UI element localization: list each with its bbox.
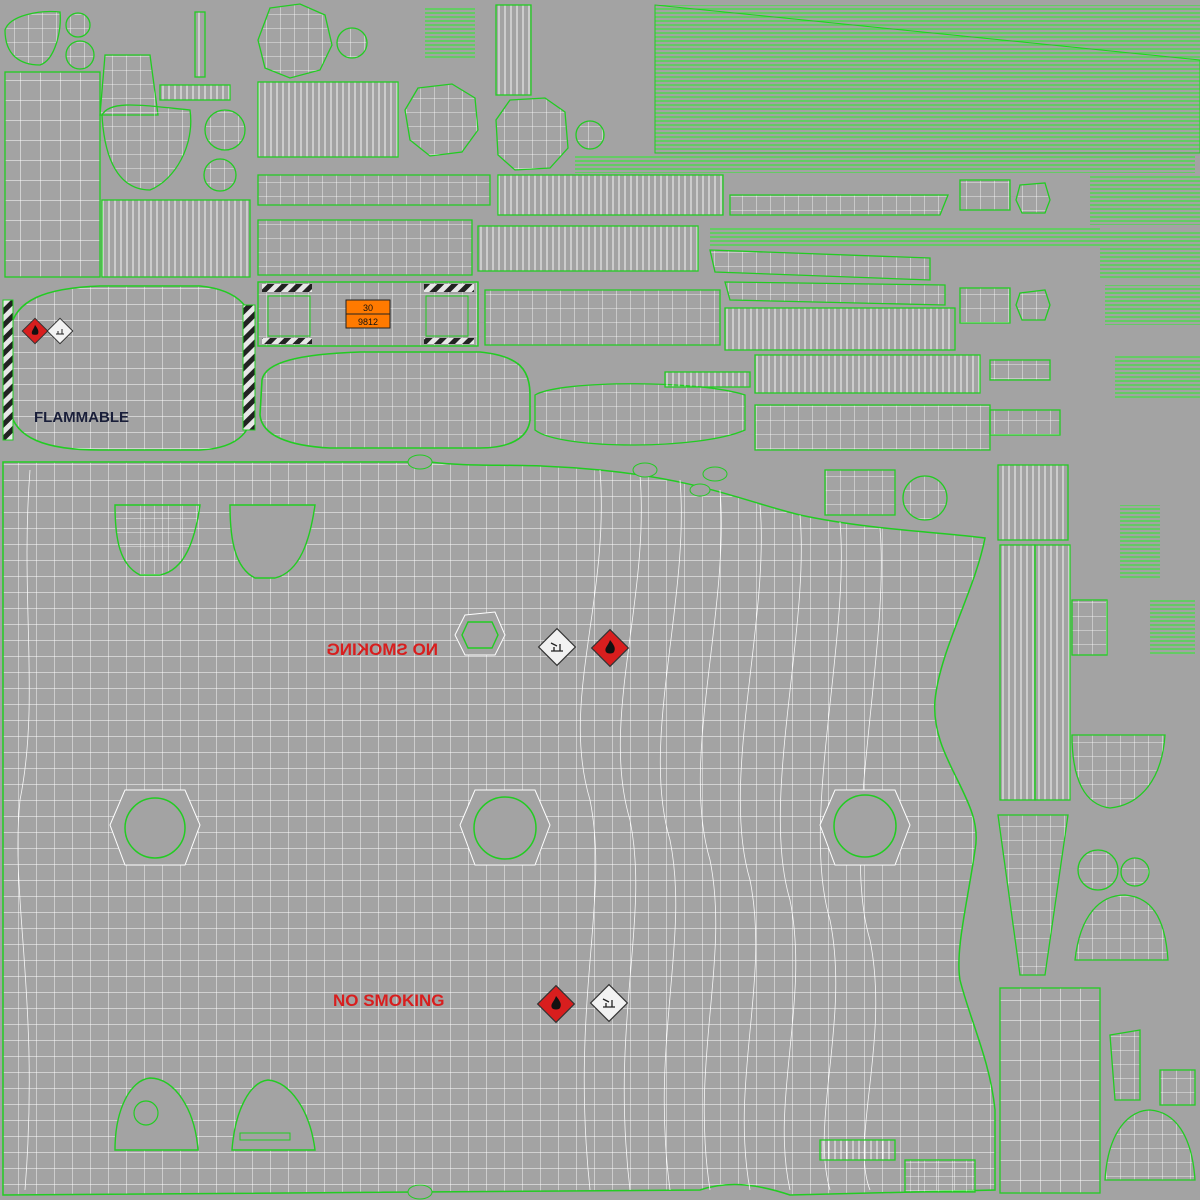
mount-hole-center [459,789,551,866]
un-number: 9812 [358,317,378,327]
hazard-id-number: 30 [363,303,373,313]
main-body-island [2,454,996,1200]
no-smoking-label: NO SMOKING [333,991,444,1010]
tank-end-cap-island: FLAMMABLE [2,285,256,451]
mount-hole-left [109,789,201,866]
tank-end-cap-island-2 [259,351,531,449]
mount-hole-right [819,789,911,866]
un-number-plate-panel: 30 9812 [257,281,479,347]
uv-layout-canvas: NO SMOKING NO SMOKING FLAMMABLE 30 9812 [2,3,1200,1200]
no-smoking-label-mirrored: NO SMOKING [327,640,438,659]
flammable-label: FLAMMABLE [34,409,129,426]
